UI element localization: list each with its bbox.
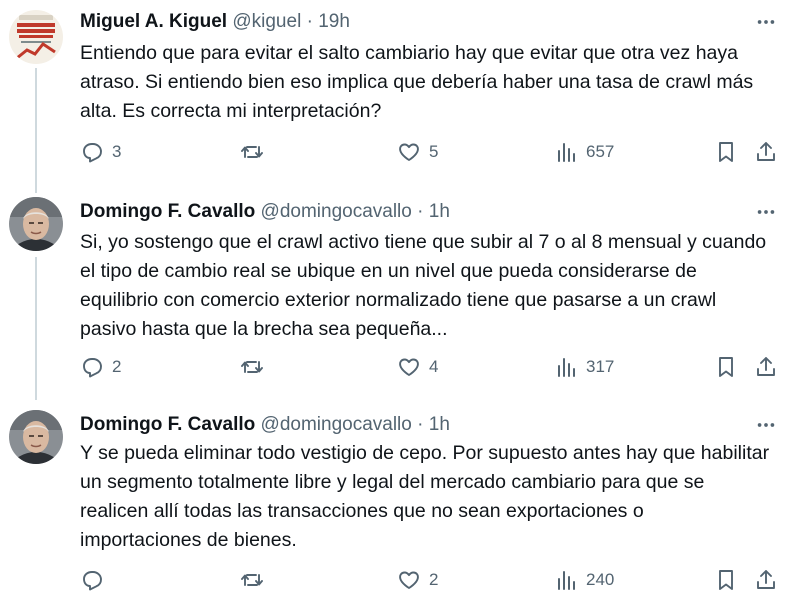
avatar[interactable] (9, 197, 63, 251)
reply-button[interactable] (80, 565, 112, 595)
views-icon (558, 143, 575, 162)
views-icon (558, 358, 575, 377)
share-button[interactable] (754, 565, 778, 595)
author-name[interactable]: Domingo F. Cavallo (80, 201, 255, 222)
share-icon (757, 357, 775, 376)
bookmark-button[interactable] (714, 137, 738, 167)
reply-icon (83, 143, 102, 163)
share-button[interactable] (754, 352, 778, 382)
reply-icon (83, 358, 102, 378)
views-button[interactable]: 317 (554, 352, 614, 382)
like-button[interactable]: 4 (397, 352, 438, 382)
share-icon (757, 570, 775, 589)
more-icon (757, 423, 775, 427)
views-count: 240 (586, 570, 615, 589)
tweet-text: Entiendo que para evitar el salto cambia… (80, 42, 754, 122)
views-count: 317 (586, 357, 615, 376)
views-button[interactable]: 657 (554, 137, 614, 167)
action-bar: 3 5 657 (80, 137, 790, 167)
share-button[interactable] (754, 137, 778, 167)
reply-button[interactable]: 3 (80, 137, 121, 167)
tweet[interactable]: Domingo F. Cavallo @domingocavallo · 1h … (0, 403, 800, 601)
author-handle[interactable]: @domingocavallo (261, 201, 412, 222)
separator-dot: · (417, 201, 424, 222)
avatar[interactable] (9, 10, 63, 64)
more-button[interactable] (754, 200, 778, 224)
tweet-text: Si, yo sostengo que el crawl activo tien… (80, 231, 767, 340)
like-button[interactable]: 2 (397, 565, 438, 595)
views-button[interactable]: 240 (554, 565, 614, 595)
timestamp[interactable]: 1h (429, 414, 450, 435)
reply-button[interactable]: 2 (80, 352, 121, 382)
more-icon (757, 20, 775, 24)
reply-count: 3 (112, 142, 122, 161)
more-button[interactable] (754, 413, 778, 437)
retweet-button[interactable] (240, 137, 272, 167)
like-count: 5 (429, 142, 439, 161)
retweet-button[interactable] (240, 352, 272, 382)
like-button[interactable]: 5 (397, 137, 438, 167)
action-bar: 2 4 317 (80, 352, 790, 382)
more-button[interactable] (754, 10, 778, 34)
bookmark-button[interactable] (714, 565, 738, 595)
action-bar: 2 240 (80, 565, 790, 595)
like-icon (399, 571, 419, 589)
bookmark-icon (719, 357, 733, 377)
tweet-header: Domingo F. Cavallo @domingocavallo · 1h (80, 200, 450, 224)
tweet-header: Miguel A. Kiguel @kiguel · 19h (80, 10, 350, 34)
bookmark-icon (719, 142, 733, 162)
like-count: 2 (429, 570, 439, 589)
avatar[interactable] (9, 410, 63, 464)
bookmark-button[interactable] (714, 352, 738, 382)
retweet-icon (241, 361, 263, 373)
tweet[interactable]: Miguel A. Kiguel @kiguel · 19h Entiendo … (0, 0, 800, 190)
like-count: 4 (429, 357, 439, 376)
author-handle[interactable]: @domingocavallo (261, 414, 412, 435)
more-icon (757, 210, 775, 214)
separator-dot: · (306, 11, 313, 32)
author-handle[interactable]: @kiguel (232, 11, 301, 32)
tweet-text: Y se pueda eliminar todo vestigio de cep… (80, 442, 770, 551)
views-icon (558, 571, 575, 590)
tweet-header: Domingo F. Cavallo @domingocavallo · 1h (80, 413, 450, 437)
timestamp[interactable]: 19h (318, 11, 350, 32)
reply-icon (83, 571, 102, 591)
retweet-button[interactable] (240, 565, 272, 595)
author-name[interactable]: Miguel A. Kiguel (80, 11, 227, 32)
separator-dot: · (417, 414, 424, 435)
reply-count: 2 (112, 357, 122, 376)
share-icon (757, 142, 775, 161)
retweet-icon (241, 574, 263, 586)
like-icon (399, 358, 419, 376)
retweet-icon (241, 146, 263, 158)
tweet[interactable]: Domingo F. Cavallo @domingocavallo · 1h … (0, 190, 800, 403)
bookmark-icon (719, 570, 733, 590)
like-icon (399, 143, 419, 161)
timestamp[interactable]: 1h (429, 201, 450, 222)
author-name[interactable]: Domingo F. Cavallo (80, 414, 255, 435)
views-count: 657 (586, 142, 615, 161)
